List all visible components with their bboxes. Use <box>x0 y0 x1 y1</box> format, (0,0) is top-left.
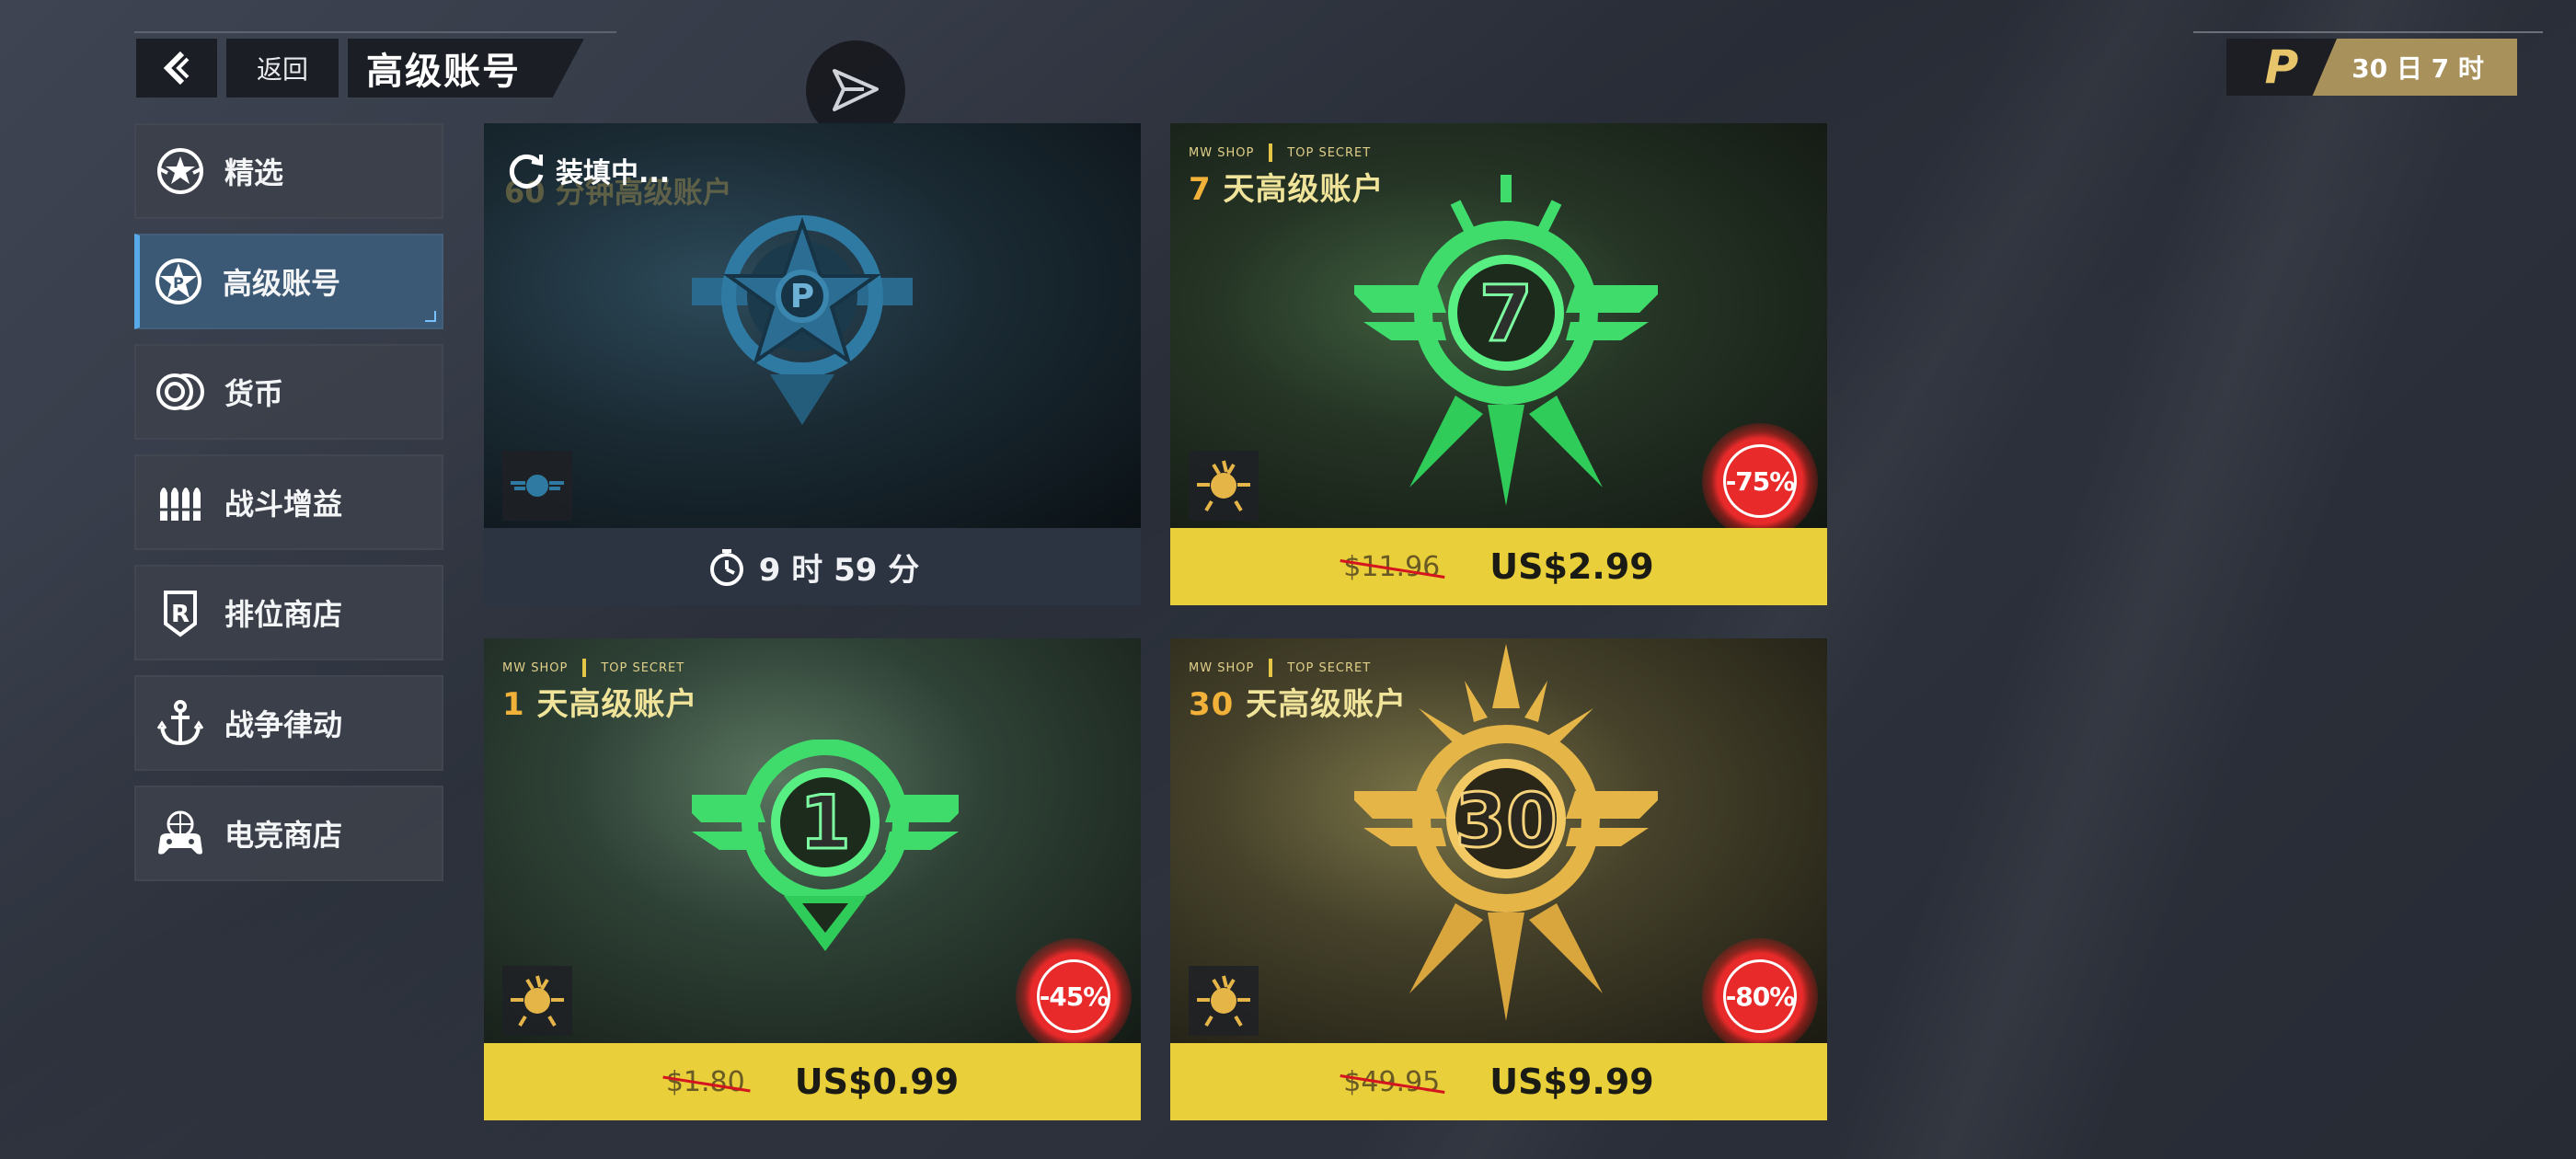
header-bar: 返回 高级账号 <box>134 37 591 99</box>
star-badge-icon <box>153 143 208 199</box>
card-mini-badge <box>502 451 572 521</box>
sidebar-item-label: 排位商店 <box>224 597 343 632</box>
premium-1-emblem: 1 <box>692 740 959 951</box>
premium-status-badge[interactable]: P 30 日 7 时 <box>2226 39 2517 96</box>
card-artwork: 60 分钟高级账户 装填中... P <box>484 123 1141 528</box>
sale-price: US$0.99 <box>794 1061 960 1102</box>
sidebar-item-label: 高级账号 <box>223 266 341 301</box>
card-footer-price: $49.95 US$9.99 <box>1170 1043 1827 1120</box>
anchor-icon <box>153 695 208 751</box>
ranked-shield-icon: R <box>153 585 208 640</box>
loading-indicator: 装填中... <box>504 149 670 191</box>
timer-text: 9 时 59 分 <box>758 551 920 589</box>
product-card-30-day[interactable]: MW SHOPTOP SECRET 30 天高级账户 30 -80% $49.9… <box>1170 638 1827 1120</box>
sidebar-item-label: 精选 <box>224 155 284 190</box>
card-mini-badge <box>1189 966 1259 1036</box>
discount-badge: -80% <box>1702 938 1818 1043</box>
card-mini-badge <box>1189 451 1259 521</box>
sale-price: US$2.99 <box>1489 546 1654 587</box>
premium-star-emblem: P <box>692 215 913 425</box>
chevron-left-icon <box>163 51 190 86</box>
sidebar-item-label: 战争律动 <box>224 707 343 742</box>
card-tag: MW SHOP TOP SECRET <box>1189 659 1371 677</box>
emblem-number: 7 <box>1479 269 1533 359</box>
sidebar-item-war-rhythm[interactable]: 战争律动 <box>134 675 443 771</box>
return-button[interactable]: 返回 <box>224 37 340 99</box>
sidebar-item-premium[interactable]: P 高级账号 <box>134 234 443 329</box>
sidebar: 精选 P 高级账号 货币 战斗增益 R 排位商店 战争律动 电竞商店 <box>134 123 443 896</box>
sidebar-item-ranked-store[interactable]: R 排位商店 <box>134 565 443 660</box>
premium-7-emblem: 7 <box>1354 175 1658 506</box>
product-card-free-premium[interactable]: 60 分钟高级账户 装填中... P 9 时 59 分 <box>484 123 1141 605</box>
ammo-icon <box>153 475 208 530</box>
sidebar-item-currency[interactable]: 货币 <box>134 344 443 440</box>
header-top-line <box>134 31 616 33</box>
winged-emblem-icon <box>511 475 564 497</box>
gold-emblem-icon <box>1197 975 1250 1027</box>
back-button[interactable] <box>134 37 219 99</box>
card-mini-badge <box>502 966 572 1036</box>
original-price: $11.96 <box>1340 551 1445 583</box>
svg-text:P: P <box>173 274 184 292</box>
card-footer-price: $1.80 US$0.99 <box>484 1043 1141 1120</box>
product-card-7-day[interactable]: MW SHOPTOP SECRET 7 天高级账户 7 -75% $11.96 … <box>1170 123 1827 605</box>
card-tag: MW SHOP TOP SECRET <box>1189 143 1371 162</box>
product-card-1-day[interactable]: MW SHOPTOP SECRET 1 天高级账户 1 -45% $1.80 U… <box>484 638 1141 1120</box>
loading-label: 装填中... <box>556 157 671 189</box>
sidebar-item-featured[interactable]: 精选 <box>134 123 443 219</box>
gold-emblem-icon <box>1197 460 1250 512</box>
card-artwork: MW SHOP TOP SECRET 7 天高级账户 7 -75% <box>1170 123 1827 528</box>
original-price: $49.95 <box>1340 1066 1445 1098</box>
sidebar-item-label: 战斗增益 <box>224 487 343 522</box>
premium-logo: P <box>2226 39 2337 96</box>
premium-remaining-time: 30 日 7 时 <box>2352 53 2484 84</box>
card-tag: MW SHOP TOP SECRET <box>502 659 684 677</box>
discount-badge: -45% <box>1016 938 1132 1043</box>
sale-price: US$9.99 <box>1489 1061 1654 1102</box>
star-p-icon: P <box>151 254 206 309</box>
refresh-icon <box>509 154 544 189</box>
card-artwork: MW SHOP TOP SECRET 1 天高级账户 1 -45% <box>484 638 1141 1043</box>
sidebar-item-esports-store[interactable]: 电竞商店 <box>134 786 443 881</box>
original-price: $1.80 <box>662 1066 751 1098</box>
sidebar-item-label: 货币 <box>224 376 284 411</box>
emblem-number: 30 <box>1455 778 1557 864</box>
card-title: 1 天高级账户 <box>502 686 698 723</box>
premium-30-emblem: 30 <box>1354 644 1658 1021</box>
gamepad-globe-icon <box>153 806 208 861</box>
coins-icon <box>153 364 208 419</box>
svg-text:R: R <box>171 601 190 628</box>
send-icon <box>833 69 879 111</box>
page-title: 高级账号 <box>346 37 585 99</box>
card-artwork: MW SHOP TOP SECRET 30 天高级账户 30 -80% <box>1170 638 1827 1043</box>
sidebar-item-boosts[interactable]: 战斗增益 <box>134 454 443 550</box>
card-footer-timer: 9 时 59 分 <box>484 528 1141 605</box>
card-footer-price: $11.96 US$2.99 <box>1170 528 1827 605</box>
emblem-letter: P <box>790 278 814 316</box>
emblem-number: 1 <box>799 780 851 866</box>
stopwatch-icon <box>709 549 743 586</box>
gold-emblem-icon <box>511 975 564 1027</box>
badge-top-line <box>2193 31 2543 33</box>
discount-badge: -75% <box>1702 423 1818 528</box>
sidebar-item-label: 电竞商店 <box>224 818 343 853</box>
